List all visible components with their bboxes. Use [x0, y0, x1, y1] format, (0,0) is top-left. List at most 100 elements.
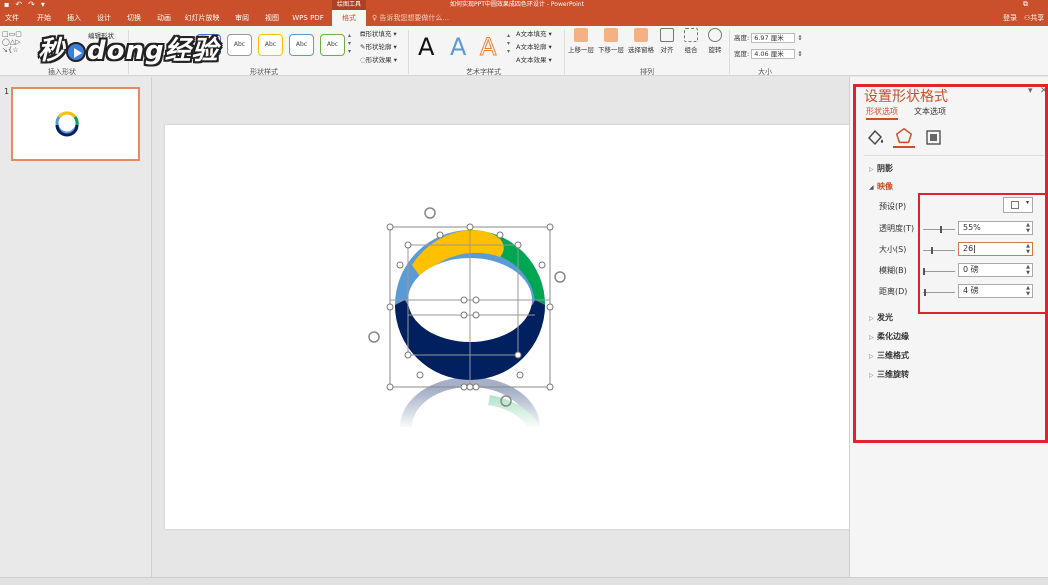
group-button[interactable]: 组合	[684, 28, 698, 54]
size-slider[interactable]	[923, 247, 955, 254]
tab-review[interactable]: 审阅	[228, 10, 256, 26]
text-effect-button[interactable]: A文本效果 ▾	[516, 54, 552, 64]
section-3d-format[interactable]: ▷ 三维格式	[869, 350, 909, 361]
blur-slider[interactable]	[923, 268, 955, 275]
tab-insert[interactable]: 插入	[60, 10, 88, 26]
spin-arrows-icon[interactable]: ▲ ▼	[1026, 222, 1030, 234]
section-3d-rotation[interactable]: ▷ 三维旋转	[869, 369, 909, 380]
spin-arrows-icon[interactable]: ▲ ▼	[1026, 243, 1030, 255]
size-group-label: 大小	[758, 68, 772, 76]
tell-me-search[interactable]: ♀ 告诉我您想要做什么...	[372, 10, 449, 26]
tab-design[interactable]: 设计	[90, 10, 118, 26]
collapse-arrow-icon: ◢	[869, 184, 874, 191]
shape-styles-more-arrow[interactable]: ▴ ▾ ▾	[348, 32, 351, 56]
format-shape-pane	[849, 77, 1048, 577]
tab-home[interactable]: 开始	[30, 10, 58, 26]
selection-pane-button[interactable]: 选择窗格	[628, 28, 654, 54]
blur-slider-thumb[interactable]	[923, 268, 925, 275]
transparency-slider-thumb[interactable]	[940, 226, 942, 233]
section-shadow-label: 阴影	[877, 164, 893, 173]
size-input[interactable]: 26| ▲ ▼	[958, 242, 1033, 256]
share-button[interactable]: ⚇共享	[1024, 10, 1044, 26]
size-properties-icon[interactable]	[922, 126, 944, 148]
preset-dropdown[interactable]: ▾	[1003, 197, 1033, 213]
distance-value: 4 磅	[963, 286, 979, 295]
wordart-style-black[interactable]: A	[418, 32, 434, 62]
group-icon	[684, 28, 698, 42]
wordart-style-blue[interactable]: A	[450, 32, 466, 62]
section-shadow[interactable]: ▷ 阴影	[869, 163, 893, 174]
width-input[interactable]: 4.06 厘米	[751, 49, 796, 59]
tab-view[interactable]: 视图	[258, 10, 286, 26]
wordart-more-arrow[interactable]: ▴ ▾ ▾	[507, 32, 510, 56]
blur-input[interactable]: 0 磅 ▲ ▼	[958, 263, 1033, 277]
section-reflection-label: 映像	[877, 182, 893, 191]
expand-arrow-icon: ▷	[869, 334, 874, 341]
spin-arrows-icon[interactable]: ▲ ▼	[1026, 285, 1030, 297]
transparency-input[interactable]: 55% ▲ ▼	[958, 221, 1033, 235]
tab-slideshow[interactable]: 幻灯片放映	[180, 10, 224, 26]
slide-thumbnail[interactable]	[11, 87, 140, 161]
send-backward-icon	[604, 28, 618, 42]
distance-input[interactable]: 4 磅 ▲ ▼	[958, 284, 1033, 298]
arrange-group-label: 排列	[640, 68, 654, 76]
shape-style-3[interactable]: Abc	[258, 34, 283, 56]
tab-animations[interactable]: 动画	[150, 10, 178, 26]
text-effect-label: 文本效果	[520, 56, 547, 64]
size-slider-thumb[interactable]	[931, 247, 933, 254]
send-backward-button[interactable]: 下移一层	[598, 28, 624, 54]
quick-access-toolbar[interactable]: ▪↶↷▾	[4, 0, 51, 9]
height-input[interactable]: 6.97 厘米	[751, 33, 796, 43]
share-label: 共享	[1030, 14, 1045, 22]
shape-style-4[interactable]: Abc	[289, 34, 314, 56]
group-divider	[564, 30, 565, 74]
text-fill-button[interactable]: A文本填充 ▾	[516, 28, 552, 38]
selection-pane-label: 选择窗格	[628, 46, 654, 54]
shape-outline-button[interactable]: ✎形状轮廓 ▾	[360, 41, 397, 51]
bring-forward-button[interactable]: 上移一层	[568, 28, 594, 54]
distance-slider-thumb[interactable]	[924, 289, 926, 296]
section-reflection[interactable]: ◢ 映像	[869, 181, 893, 192]
slide-thumbnails-pane: 1	[0, 77, 152, 577]
shape-effect-button[interactable]: ◌形状效果 ▾	[360, 54, 397, 64]
distance-slider[interactable]	[923, 289, 955, 296]
transparency-label: 透明度(T)	[879, 224, 915, 233]
rotate-button[interactable]: 旋转	[708, 28, 722, 54]
tab-text-options[interactable]: 文本选项	[914, 106, 946, 117]
tab-format[interactable]: 格式	[332, 10, 366, 26]
tab-file[interactable]: 文件	[0, 10, 24, 26]
distance-label: 距离(D)	[879, 287, 908, 296]
text-outline-button[interactable]: A文本轮廓 ▾	[516, 41, 552, 51]
tab-shape-options[interactable]: 形状选项	[866, 106, 898, 120]
rotate-icon	[708, 28, 722, 42]
close-icon[interactable]: ✕	[1040, 86, 1048, 96]
pane-divider	[864, 155, 1044, 156]
shape-fill-button[interactable]: ⛾形状填充 ▾	[360, 28, 397, 39]
expand-arrow-icon: ▷	[869, 315, 874, 322]
shape-style-5[interactable]: Abc	[320, 34, 345, 56]
selection-pane-icon	[634, 28, 648, 42]
section-glow[interactable]: ▷ 发光	[869, 312, 893, 323]
height-label: 高度:	[734, 34, 750, 42]
section-soft-edges[interactable]: ▷ 柔化边缘	[869, 331, 909, 342]
tab-wps-pdf[interactable]: WPS PDF	[288, 10, 328, 26]
window-title: 如何实现PPT中圆效果成四色环设计 - PowerPoint	[450, 1, 584, 8]
group-divider	[729, 30, 730, 74]
window-controls[interactable]: ⧉	[1023, 0, 1042, 9]
selected-ring-shape[interactable]	[360, 205, 580, 435]
shape-style-2[interactable]: Abc	[227, 34, 252, 56]
preset-label: 预设(P)	[879, 202, 907, 211]
align-button[interactable]: 对齐	[660, 28, 674, 54]
expand-arrow-icon: ▷	[869, 166, 874, 173]
transparency-slider[interactable]	[923, 226, 955, 233]
login-link[interactable]: 登录	[1003, 10, 1017, 26]
blur-label: 模糊(B)	[879, 266, 907, 275]
pane-options-dropdown-icon[interactable]: ▾	[1028, 86, 1033, 96]
shapes-gallery[interactable]: □▭▢ ◯△▷ ↘{☆	[2, 30, 42, 60]
wordart-style-orange-outline[interactable]: A	[479, 32, 496, 62]
fill-line-icon[interactable]	[864, 126, 886, 148]
shape-outline-label: 形状轮廓	[365, 43, 392, 51]
spin-arrows-icon[interactable]: ▲ ▼	[1026, 264, 1030, 276]
effects-pentagon-icon[interactable]	[893, 126, 915, 148]
tab-transitions[interactable]: 切换	[120, 10, 148, 26]
